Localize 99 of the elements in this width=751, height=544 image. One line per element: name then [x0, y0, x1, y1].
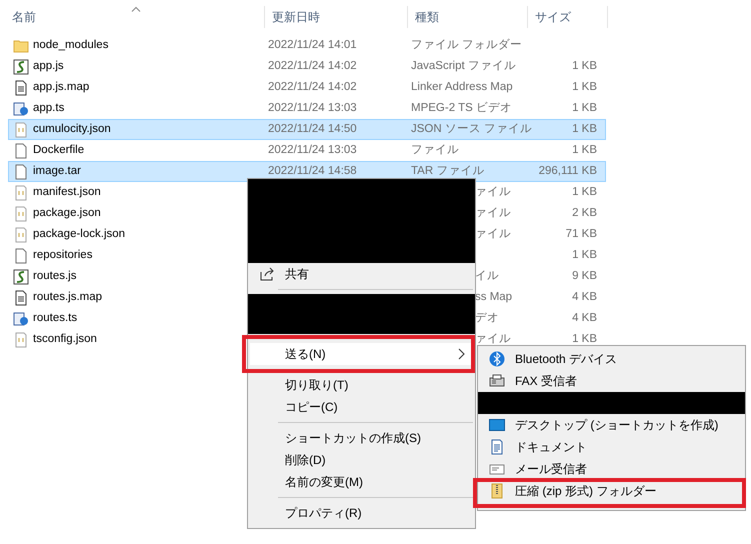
share-icon	[259, 266, 275, 282]
size-cell-text: 4 KB	[572, 310, 597, 326]
file-row[interactable]: app.js.map 2022/11/24 14:02 Linker Address Map 1 KB	[8, 77, 606, 98]
file-name: app.js.map	[33, 80, 90, 95]
json-file-icon	[13, 226, 29, 242]
menu-item[interactable]: ドキュメント	[480, 436, 743, 458]
type-cell-text: ァイル	[475, 184, 511, 200]
chevron-right-icon	[458, 348, 465, 360]
size-cell-text: 1 KB	[572, 100, 597, 116]
type-cell-text: ファイル	[411, 142, 459, 158]
menu-item[interactable]: プロパティ(R)	[250, 502, 473, 524]
blank-file-icon	[13, 142, 29, 158]
size-cell-text: 1 KB	[572, 58, 597, 74]
date-cell-text: 2022/11/24 14:01	[268, 38, 357, 53]
type-cell-text: ァイル	[475, 226, 511, 242]
type-cell-text: ァイル	[475, 206, 511, 221]
file-name: app.ts	[33, 100, 64, 116]
menu-item[interactable]: FAX 受信者	[480, 370, 743, 392]
zipper-folder-icon	[489, 483, 505, 499]
size-cell-text: 1 KB	[572, 248, 597, 263]
type-cell-text: JavaScript ファイル	[411, 58, 516, 74]
menu-item[interactable]: デスクトップ (ショートカットを作成)	[480, 414, 743, 436]
file-name: package-lock.json	[33, 226, 126, 242]
type-cell-text: MPEG-2 TS ビデオ	[411, 100, 512, 116]
json-file-icon	[13, 122, 29, 138]
column-header[interactable]: サイズ	[528, 6, 608, 28]
text-file-icon	[13, 80, 29, 96]
file-row[interactable]: repositories 1 KB	[8, 245, 606, 266]
size-cell-text: 4 KB	[572, 290, 597, 305]
monitor-icon	[489, 417, 505, 433]
size-cell-text: 1 KB	[572, 80, 597, 95]
menu-item[interactable]: 送る(N)	[250, 343, 473, 365]
json-file-icon	[13, 184, 29, 200]
size-cell-text: 1 KB	[572, 332, 597, 347]
column-header[interactable]: 名前	[8, 6, 265, 28]
date-cell-text: 2022/11/24 13:03	[268, 100, 357, 116]
file-name: tsconfig.json	[33, 332, 97, 347]
menu-item[interactable]: 名前の変更(M)	[250, 471, 473, 493]
file-name: Dockerfile	[33, 142, 84, 158]
file-row[interactable]: node_modules 2022/11/24 14:01 ファイル フォルダー	[8, 35, 606, 56]
sort-caret-icon	[132, 6, 140, 12]
file-row[interactable]: app.ts 2022/11/24 13:03 MPEG-2 TS ビデオ 1 KB	[8, 98, 606, 119]
type-cell-text: ss Map	[475, 290, 512, 305]
date-cell-text: 2022/11/24 14:50	[268, 122, 357, 137]
file-row[interactable]: Dockerfile 2022/11/24 13:03 ファイル 1 KB	[8, 140, 606, 161]
column-header[interactable]: 更新日時	[265, 6, 408, 28]
menu-item[interactable]: メール受信者	[480, 458, 743, 480]
text-file-icon	[13, 290, 29, 306]
file-name: cumulocity.json	[33, 122, 111, 137]
type-cell-text: JSON ソース ファイル	[411, 122, 532, 137]
menu-item[interactable]: Bluetooth デバイス	[480, 348, 743, 370]
json-file-icon	[13, 206, 29, 222]
blank-file-icon	[13, 164, 29, 180]
type-cell-text: ァイル	[475, 332, 511, 347]
menu-item[interactable]: コピー(C)	[250, 396, 473, 418]
size-cell-text: 9 KB	[572, 268, 597, 284]
menu-item[interactable]: 圧縮 (zip 形式) フォルダー	[480, 480, 743, 502]
date-cell-text: 2022/11/24 14:02	[268, 58, 357, 74]
date-cell-text: 2022/11/24 14:58	[268, 164, 357, 179]
media-file-icon	[13, 100, 29, 116]
size-cell-text: 1 KB	[572, 142, 597, 158]
size-cell-text: 71 KB	[566, 226, 597, 242]
size-cell-text: 1 KB	[572, 122, 597, 137]
menu-item[interactable]: ショートカットの作成(S)	[250, 427, 473, 449]
menu-item[interactable]: 共有	[250, 263, 473, 285]
type-cell-text: イル	[475, 268, 499, 284]
fax-icon	[489, 373, 505, 389]
type-cell-text: デオ	[475, 310, 499, 326]
size-cell-text: 1 KB	[572, 184, 597, 200]
bluetooth-icon	[489, 351, 505, 367]
type-cell-text: TAR ファイル	[411, 164, 484, 179]
file-name: routes.js.map	[33, 290, 102, 305]
type-cell-text: Linker Address Map	[411, 80, 513, 95]
document-icon	[489, 439, 505, 455]
file-row[interactable]: cumulocity.json 2022/11/24 14:50 JSON ソース ファイル 1 KB	[8, 119, 606, 140]
file-name: repositories	[33, 248, 92, 263]
blank-file-icon	[13, 248, 29, 264]
file-name: package.json	[33, 206, 101, 221]
script-icon	[13, 268, 29, 284]
date-cell-text: 2022/11/24 14:02	[268, 80, 357, 95]
json-file-icon	[13, 332, 29, 348]
date-cell-text: 2022/11/24 13:03	[268, 142, 357, 158]
column-header[interactable]: 種類	[408, 6, 528, 28]
menu-item[interactable]: 削除(D)	[250, 449, 473, 471]
file-row[interactable]: app.js 2022/11/24 14:02 JavaScript ファイル 1 KB	[8, 56, 606, 77]
file-row[interactable]: image.tar 2022/11/24 14:58 TAR ファイル 296,111 KB	[8, 161, 606, 182]
folder-icon	[13, 38, 29, 54]
file-name: routes.ts	[33, 310, 78, 326]
media-file-icon	[13, 310, 29, 326]
file-name: app.js	[33, 58, 64, 74]
size-cell-text: 2 KB	[572, 206, 597, 221]
type-cell-text: ファイル フォルダー	[411, 38, 522, 53]
script-icon	[13, 58, 29, 74]
menu-item[interactable]: 切り取り(T)	[250, 374, 473, 396]
size-cell-text: 296,111 KB	[538, 164, 597, 179]
file-name: image.tar	[33, 164, 81, 179]
file-name: node_modules	[33, 38, 108, 53]
file-name: manifest.json	[33, 184, 101, 200]
file-name: routes.js	[33, 268, 76, 284]
